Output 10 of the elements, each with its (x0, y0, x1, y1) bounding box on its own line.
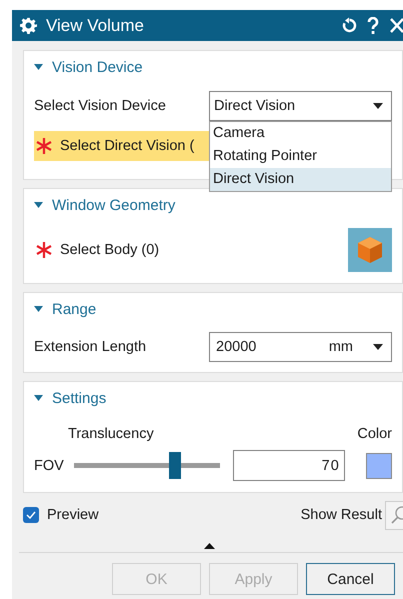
slider-title: Translucency (68, 426, 154, 442)
selection-label: Select Direct Vision ( (60, 138, 194, 154)
field-label: Extension Length (34, 339, 146, 355)
show-result-label: Show Result (300, 507, 382, 523)
slider-label: FOV (34, 458, 64, 474)
dropdown-value: Direct Vision (214, 98, 296, 114)
window-title: View Volume (46, 16, 145, 36)
selection-label: Select Body (0) (60, 242, 160, 258)
field-label: Select Vision Device (34, 98, 166, 114)
color-label: Color (357, 426, 392, 442)
